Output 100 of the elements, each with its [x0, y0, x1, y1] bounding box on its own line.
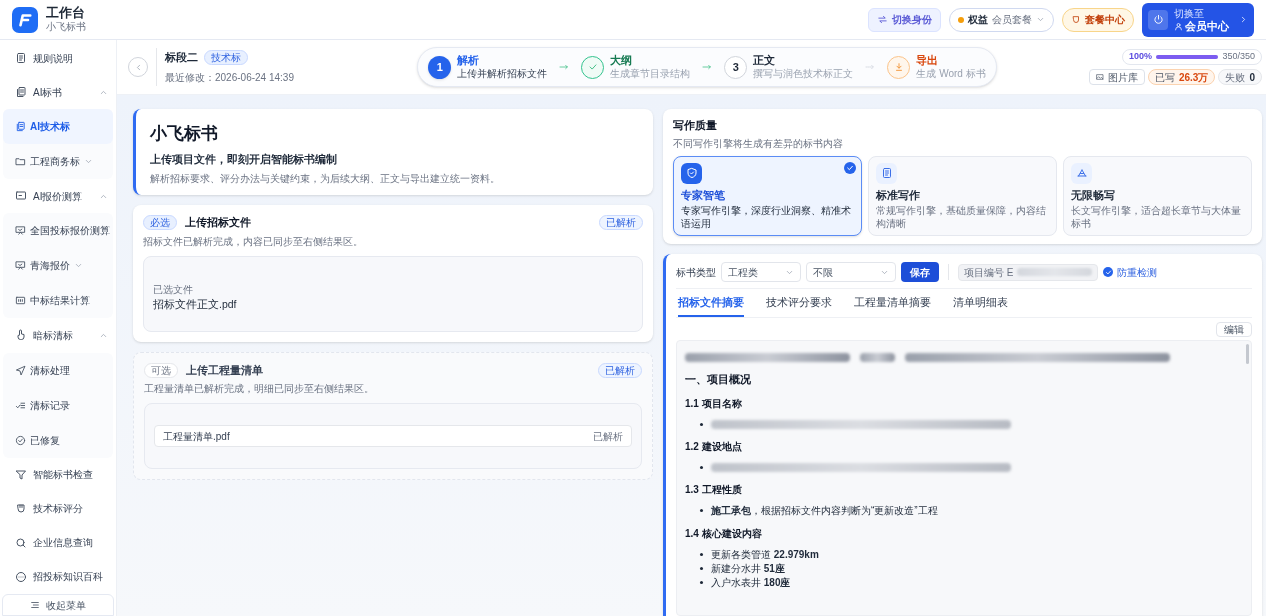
- sidebar-subitem[interactable]: 中标结果计算: [3, 283, 113, 319]
- sidebar-item[interactable]: AI标书: [0, 75, 116, 110]
- document-icon: [880, 167, 893, 179]
- step-title: 正文: [753, 53, 777, 68]
- sidebar-item[interactable]: 技术标评分: [0, 491, 116, 526]
- sidebar-subitem[interactable]: 清标记录: [3, 387, 113, 423]
- engine-title: 标准写作: [876, 187, 921, 203]
- check-circle-icon: [15, 434, 26, 446]
- step-title: 解析: [457, 53, 481, 68]
- collapse-menu-button[interactable]: 收起菜单: [2, 594, 114, 616]
- upload-title: 上传工程量清单: [186, 362, 263, 378]
- chat-icon: [15, 570, 27, 583]
- quality-description: 不同写作引擎将生成有差异的标书内容: [673, 136, 844, 151]
- bullet-icon: [700, 581, 703, 585]
- sidebar-subitem[interactable]: 已修复: [3, 422, 113, 458]
- menu-icon: [30, 600, 40, 610]
- project-name: 标段二: [165, 50, 198, 66]
- progress-percent: 100%: [1129, 50, 1153, 64]
- bullet-icon: [700, 465, 703, 469]
- bullet-icon: [700, 567, 703, 571]
- type-label: 标书类型: [676, 265, 716, 280]
- subsection-heading: 1.4 核心建设内容: [685, 526, 763, 541]
- step-caption: 撰写与润色技术标正文: [753, 67, 854, 81]
- engine-description: 长文写作引擎，适合超长章节与大体量标书: [1071, 204, 1242, 231]
- subsection-heading: 1.2 建设地点: [685, 439, 743, 454]
- type-dropdown[interactable]: 工程类: [721, 262, 801, 283]
- list-item-text: 新建分水井 51座: [711, 561, 785, 576]
- step-number: 3: [724, 55, 748, 79]
- edit-button[interactable]: 编辑: [1216, 322, 1252, 337]
- last-modified: 最近修改：2026-06-24 14:39: [165, 70, 295, 85]
- tab[interactable]: 招标文件摘要: [678, 295, 744, 317]
- engine-title: 专家智笔: [681, 187, 726, 203]
- step-caption: 生成 Word 标书: [916, 67, 986, 81]
- tab[interactable]: 工程量清单摘要: [854, 295, 931, 317]
- gallery-button[interactable]: 图片库: [1088, 69, 1145, 85]
- power-glyph-icon: [1152, 14, 1164, 25]
- package-center-button[interactable]: 套餐中心: [1062, 7, 1134, 32]
- engine-option[interactable]: 专家智笔 专家写作引擎，深度行业洞察、精准术语运用: [673, 155, 862, 237]
- section-heading: 一、项目概况: [685, 372, 752, 387]
- sidebar-subitem[interactable]: AI技术标: [3, 109, 113, 145]
- scope-dropdown[interactable]: 不限: [806, 262, 896, 283]
- project-number-field[interactable]: 项目编号 E: [958, 263, 1098, 281]
- upload-description: 招标文件已解析完成，内容已同步至右侧结果区。: [143, 234, 364, 249]
- duplicate-check-checkbox[interactable]: 防重检测: [1103, 264, 1157, 280]
- sidebar-item[interactable]: 企业信息查询: [0, 525, 116, 560]
- benefits-dropdown[interactable]: 权益 会员套餐: [949, 7, 1054, 32]
- progress-count: 350/350: [1222, 50, 1255, 64]
- file-name: 招标文件正文.pdf: [153, 297, 238, 313]
- chevron-right-icon: [1239, 15, 1248, 24]
- step-number: 1: [428, 55, 452, 79]
- tab[interactable]: 技术评分要求: [766, 295, 832, 317]
- send-icon: [15, 364, 26, 376]
- sidebar-subitem[interactable]: 全国投标报价测算: [3, 213, 113, 249]
- sidebar-item[interactable]: 暗标清标: [0, 318, 116, 353]
- save-button[interactable]: 保存: [901, 262, 939, 283]
- sidebar-item[interactable]: 规则说明: [0, 41, 116, 76]
- intro-description: 解析招标要求、评分办法与关键约束，为后续大纲、正文与导出建立统一资料。: [150, 172, 501, 187]
- chevron-down-icon: [1036, 15, 1045, 24]
- sidebar-item[interactable]: 智能标书检查: [0, 457, 116, 492]
- app-subtitle: 小飞标书: [46, 21, 86, 34]
- user-icon: [1174, 21, 1183, 31]
- image-icon: [1095, 73, 1104, 81]
- requirement-tag: 可选: [144, 362, 178, 378]
- member-center-button[interactable]: 切换至 会员中心: [1142, 2, 1254, 37]
- search-icon: [15, 536, 27, 549]
- step-caption: 上传并解析招标文件: [457, 67, 548, 81]
- monitor-icon: [15, 190, 27, 203]
- check-icon: [587, 62, 598, 72]
- sidebar-subitem[interactable]: 青海报价: [3, 248, 113, 284]
- tab[interactable]: 清单明细表: [953, 295, 1008, 317]
- bullet-icon: [700, 553, 703, 557]
- list-item-text: 施工承包，根据招标文件内容判断为“更新改造”工程: [711, 503, 938, 518]
- download-icon: [893, 62, 904, 72]
- filter-icon: [15, 468, 27, 481]
- copy-icon: [15, 86, 27, 99]
- calculator-icon: [15, 295, 26, 307]
- copy-icon: [15, 121, 26, 133]
- redacted-bar: [860, 353, 895, 362]
- folder-icon: [15, 156, 26, 168]
- sidebar-subitem[interactable]: 清标处理: [3, 352, 113, 388]
- subsection-heading: 1.1 项目名称: [685, 396, 743, 411]
- status-tag: 已解析: [599, 215, 643, 230]
- upload-description: 工程量清单已解析完成，明细已同步至右侧结果区。: [144, 382, 375, 397]
- written-count: 已写 26.3万: [1147, 69, 1216, 85]
- sidebar-item[interactable]: AI报价测算: [0, 179, 116, 214]
- subsection-heading: 1.3 工程性质: [685, 482, 743, 497]
- sidebar-item[interactable]: 招投标知识百科: [0, 559, 116, 594]
- requirement-tag: 必选: [143, 215, 177, 230]
- status-tag: 已解析: [598, 362, 642, 378]
- engine-option[interactable]: 无限畅写 长文写作引擎，适合超长章节与大体量标书: [1063, 155, 1252, 237]
- list-item-text: 入户水表井 180座: [711, 575, 791, 590]
- file-name: 工程量清单.pdf: [163, 429, 230, 444]
- switch-identity-button[interactable]: 切换身份: [868, 7, 941, 32]
- engine-option[interactable]: 标准写作 常规写作引擎，基础质量保障，内容结构清晰: [868, 155, 1057, 237]
- file-caption: 已选文件: [153, 283, 194, 298]
- project-tag: 技术标: [204, 50, 248, 65]
- sidebar-subitem[interactable]: 工程商务标: [3, 144, 113, 180]
- presentation-icon: [15, 260, 26, 272]
- shield-icon: [685, 167, 698, 179]
- intro-subtitle: 上传项目文件，即刻开启智能标书编制: [150, 151, 338, 167]
